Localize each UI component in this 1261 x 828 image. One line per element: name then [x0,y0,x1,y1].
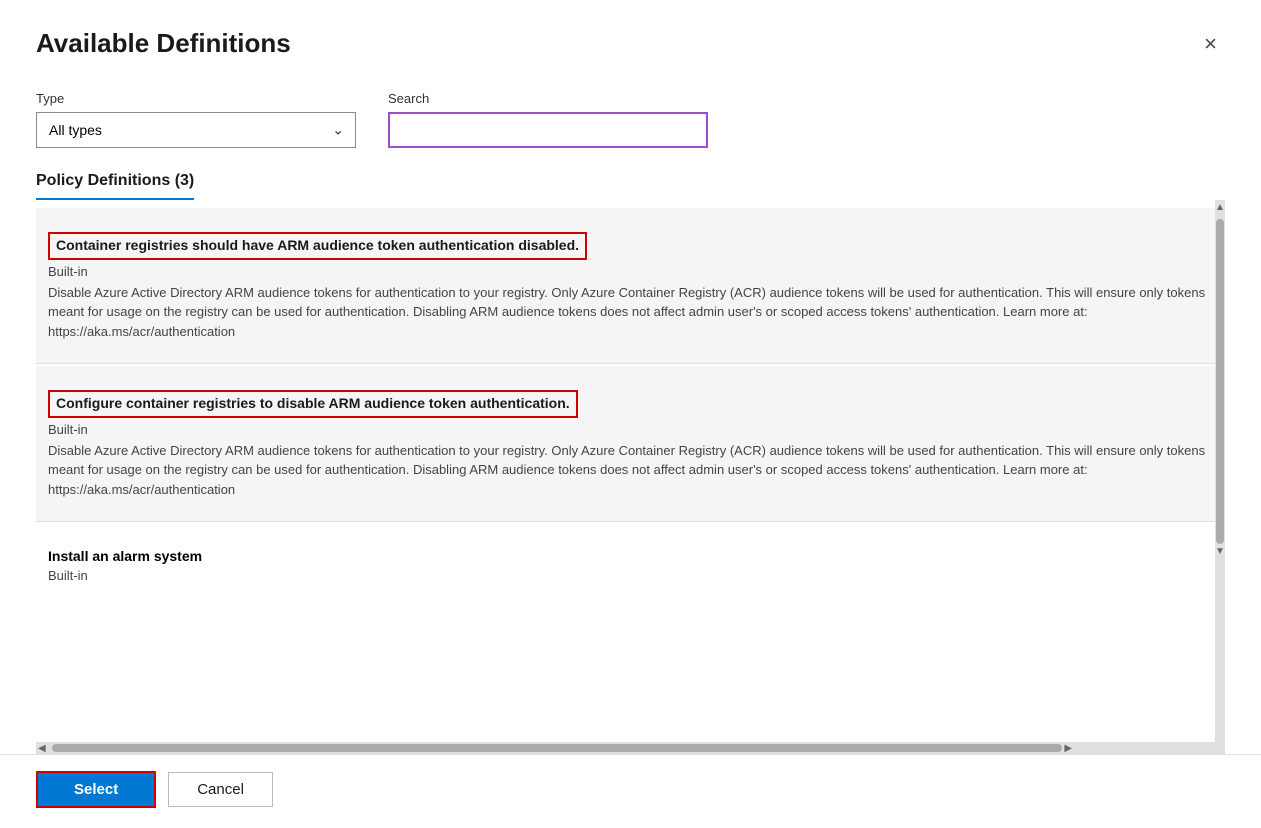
scroll-up-arrow[interactable]: ▲ [1215,200,1225,215]
policy-type: Built-in [48,568,1213,583]
scroll-thumb[interactable] [1216,219,1224,544]
horizontal-scrollbar[interactable]: ◀ ▶ [36,742,1225,754]
close-button[interactable]: × [1196,29,1225,59]
policy-list-outer: Container registries should have ARM aud… [0,200,1261,742]
dialog-title: Available Definitions [36,28,291,59]
policy-desc: Disable Azure Active Directory ARM audie… [48,441,1213,500]
dialog-footer: Select Cancel [0,754,1261,828]
section-header: Policy Definitions (3) [0,164,1261,200]
policy-list[interactable]: Container registries should have ARM aud… [0,208,1261,742]
section-title: Policy Definitions (3) [36,172,194,200]
policy-title: Install an alarm system [48,548,1213,564]
scroll-down-arrow[interactable]: ▼ [1215,544,1225,559]
type-filter-group: Type All types Built-in Custom ⌄ [36,91,356,148]
h-scroll-thumb[interactable] [52,744,1063,752]
policy-desc: Disable Azure Active Directory ARM audie… [48,283,1213,342]
policy-type: Built-in [48,422,1213,437]
policy-type: Built-in [48,264,1213,279]
policy-title: Container registries should have ARM aud… [48,232,587,260]
dialog-header: Available Definitions × [0,0,1261,71]
filters-row: Type All types Built-in Custom ⌄ Search [0,71,1261,164]
search-input[interactable] [388,112,708,148]
policy-title: Configure container registries to disabl… [48,390,578,418]
type-select[interactable]: All types Built-in Custom [36,112,356,148]
search-filter-group: Search [388,91,708,148]
h-scroll-right-arrow[interactable]: ▶ [1062,743,1074,754]
cancel-button[interactable]: Cancel [168,772,273,807]
list-item[interactable]: Container registries should have ARM aud… [36,208,1225,364]
list-item[interactable]: Configure container registries to disabl… [36,366,1225,522]
vertical-scrollbar[interactable]: ▲ ▼ [1215,200,1225,742]
type-label: Type [36,91,356,106]
select-button[interactable]: Select [36,771,156,808]
list-item[interactable]: Install an alarm system Built-in [36,524,1225,609]
search-label: Search [388,91,708,106]
available-definitions-dialog: Available Definitions × Type All types B… [0,0,1261,828]
type-select-wrapper: All types Built-in Custom ⌄ [36,112,356,148]
h-scroll-left-arrow[interactable]: ◀ [36,743,48,754]
